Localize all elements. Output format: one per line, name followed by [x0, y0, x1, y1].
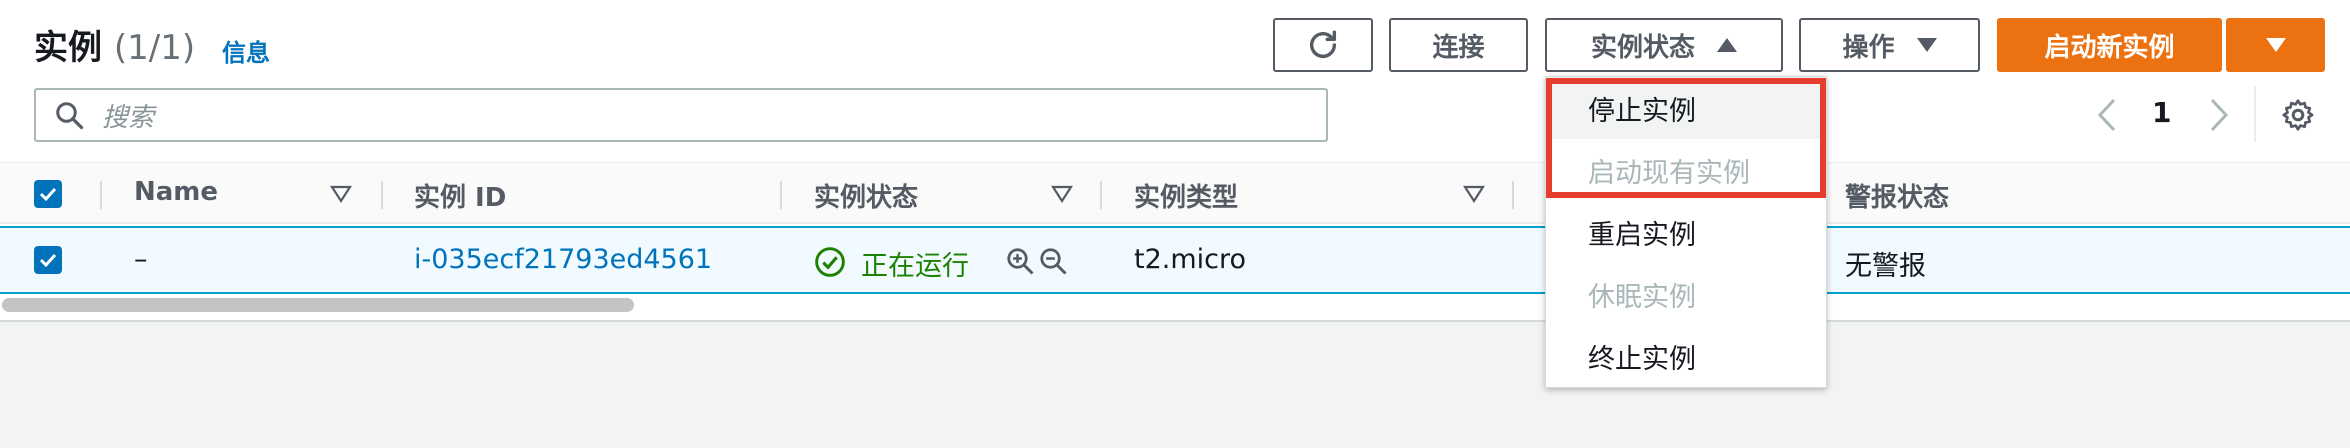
cell-instance-type: t2.micro	[1134, 244, 1247, 275]
status-ok-icon	[815, 247, 845, 277]
filter-triangle-icon[interactable]	[1051, 185, 1073, 203]
column-separator	[1512, 181, 1514, 209]
column-header-alarm-status[interactable]: 警报状态	[1845, 177, 1949, 214]
zoom-in-icon[interactable]	[1005, 246, 1035, 276]
connect-button-label: 连接	[1432, 32, 1485, 63]
cell-instance-id-link[interactable]: i-035ecf21793ed4561	[414, 244, 712, 275]
launch-instance-button-label: 启动新实例	[2044, 32, 2175, 63]
menu-item-reboot-instance[interactable]: 重启实例	[1546, 201, 1826, 263]
caret-down-icon	[2265, 38, 2286, 52]
column-separator	[1100, 181, 1102, 209]
instance-count: (1/1)	[113, 28, 196, 68]
filter-triangle-icon[interactable]	[1463, 185, 1485, 203]
column-header-instance-state[interactable]: 实例状态	[814, 177, 918, 214]
menu-item-hibernate-instance: 休眠实例	[1588, 281, 1696, 313]
page-title: 实例 (1/1)	[34, 20, 195, 69]
launch-options-button[interactable]	[2226, 18, 2325, 72]
column-separator	[100, 181, 102, 209]
checkmark-icon	[39, 187, 57, 202]
refresh-button[interactable]	[1273, 18, 1373, 72]
actions-button[interactable]: 操作	[1799, 18, 1980, 72]
search-placeholder: 搜索	[102, 102, 155, 133]
filter-triangle-icon[interactable]	[330, 185, 352, 203]
select-all-checkbox[interactable]	[34, 180, 62, 208]
chevron-left-icon[interactable]	[2096, 97, 2118, 133]
cell-name: –	[134, 244, 148, 275]
info-link[interactable]: 信息	[222, 33, 270, 68]
divider	[2254, 86, 2256, 142]
cell-instance-state: 正在运行	[861, 251, 969, 282]
caret-down-icon	[1916, 38, 1937, 52]
table-row[interactable]: – i-035ecf21793ed4561 正在运行 t2.micro 无警报	[0, 226, 2350, 294]
column-header-instance-type[interactable]: 实例类型	[1134, 177, 1238, 214]
search-icon	[56, 102, 84, 130]
refresh-icon	[1309, 30, 1337, 58]
actions-button-label: 操作	[1842, 32, 1895, 63]
menu-item-terminate-instance[interactable]: 终止实例	[1546, 325, 1826, 387]
column-separator	[780, 181, 782, 209]
cell-alarm-status: 无警报	[1845, 251, 1926, 282]
table-header: Name 实例 ID 实例状态 实例类型 警报状态	[0, 162, 2350, 224]
settings-gear-icon[interactable]	[2280, 97, 2316, 133]
caret-up-icon	[1717, 38, 1737, 52]
checkmark-icon	[39, 253, 57, 268]
page-number[interactable]: 1	[2152, 96, 2171, 129]
instance-state-button-label: 实例状态	[1590, 32, 1695, 63]
column-header-instance-id[interactable]: 实例 ID	[414, 177, 506, 214]
connect-button[interactable]: 连接	[1389, 18, 1528, 72]
column-header-name[interactable]: Name	[134, 177, 218, 207]
highlight-box	[1546, 78, 1826, 198]
launch-instance-button[interactable]: 启动新实例	[1997, 18, 2222, 72]
search-input[interactable]: 搜索	[34, 88, 1328, 142]
chevron-right-icon[interactable]	[2208, 97, 2230, 133]
page-title-text: 实例	[34, 28, 102, 68]
column-separator	[381, 181, 383, 209]
zoom-out-icon[interactable]	[1038, 246, 1068, 276]
instance-state-button[interactable]: 实例状态	[1545, 18, 1783, 72]
instances-panel: 实例 (1/1) 信息 连接 实例状态 操作 启动新实例 搜索 1 Name 实…	[0, 0, 2350, 322]
horizontal-scrollbar[interactable]	[2, 298, 634, 312]
row-checkbox[interactable]	[34, 246, 62, 274]
